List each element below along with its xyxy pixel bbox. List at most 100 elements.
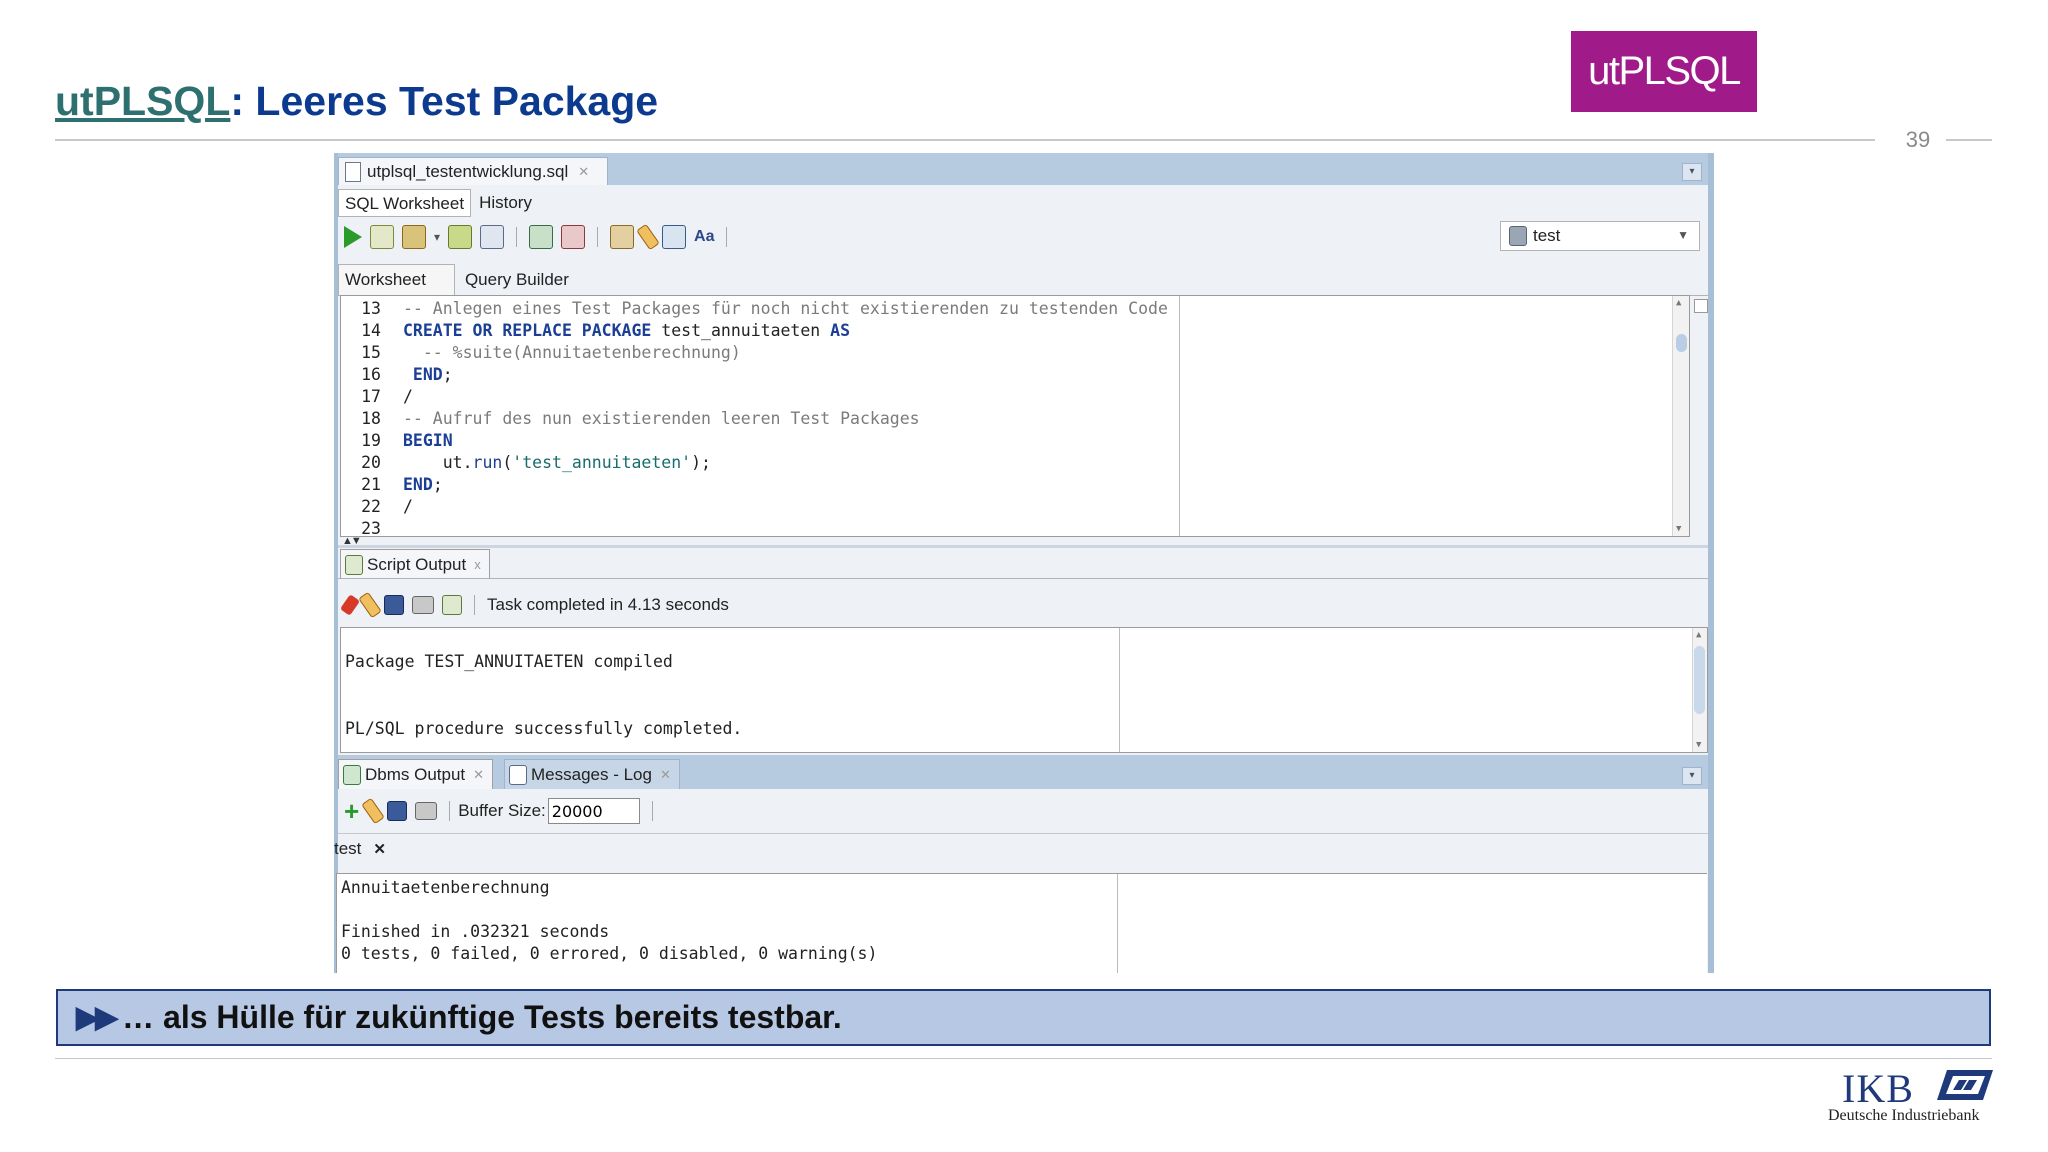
editor-tabs: Worksheet Query Builder: [338, 263, 1708, 296]
sql-tuning-icon[interactable]: [480, 225, 505, 249]
print-icon[interactable]: [412, 596, 434, 614]
toolbar-separator: [474, 595, 475, 615]
ikb-subtitle: Deutsche Industriebank: [1828, 1107, 1980, 1124]
footer-divider: [55, 1058, 1992, 1059]
file-tab-label: utplsql_testentwicklung.sql: [367, 161, 569, 181]
autotrace-icon[interactable]: [402, 225, 426, 249]
tab-connection-test[interactable]: test ✕: [334, 839, 386, 859]
pin-icon[interactable]: [339, 594, 361, 616]
line-number: 20: [361, 453, 381, 472]
scroll-down-icon[interactable]: ▼: [1676, 524, 1681, 534]
minimize-icon[interactable]: ▾: [1682, 767, 1702, 785]
page-number: 39: [1905, 127, 1931, 152]
print-icon[interactable]: [415, 802, 438, 820]
output-divider: [1119, 628, 1120, 752]
sql-editor[interactable]: 13 -- Anlegen eines Test Packages für noc…: [340, 295, 1690, 537]
title-text: : Leeres Test Package: [230, 78, 659, 124]
close-icon[interactable]: ✕: [660, 767, 671, 783]
output-scrollbar[interactable]: ▲ ▼: [1692, 628, 1707, 752]
tab-dbms-output[interactable]: Dbms Output ✕: [338, 759, 494, 789]
script-output-area[interactable]: Package TEST_ANNUITAETEN compiled PL/SQL…: [340, 627, 1708, 753]
tab-script-output[interactable]: Script Output x: [340, 549, 490, 579]
script-output-toolbar: Task completed in 4.13 seconds: [338, 585, 1244, 625]
clear-icon[interactable]: [636, 223, 660, 251]
rollback-icon[interactable]: [561, 225, 586, 249]
close-icon[interactable]: x: [474, 557, 481, 572]
ide-window: utplsql_testentwicklung.sql ✕ ▾ SQL Work…: [334, 153, 1714, 973]
chevron-down-icon: ▼: [1677, 228, 1689, 242]
clear-icon[interactable]: [358, 591, 382, 619]
dbms-output-toolbar: + Buffer Size:: [338, 793, 1244, 829]
code-text: -- Anlegen eines Test Packages für noch …: [403, 299, 1168, 318]
page-divider: [1946, 139, 1992, 141]
ikb-logo-text: IKB: [1842, 1066, 1914, 1111]
explain-plan-icon[interactable]: [448, 225, 473, 249]
dbms-output-area[interactable]: Annuitaetenberechnung Finished in .03232…: [336, 873, 1707, 973]
dbms-output-icon: [343, 764, 361, 785]
close-icon[interactable]: ✕: [578, 164, 589, 180]
close-icon[interactable]: ✕: [373, 840, 386, 858]
tab-messages-log[interactable]: Messages - Log ✕: [504, 759, 680, 789]
connection-select[interactable]: test ▼: [1500, 221, 1700, 251]
code-text: END;: [403, 365, 453, 384]
commit-icon[interactable]: [529, 225, 554, 249]
messages-log-label: Messages - Log: [531, 764, 652, 784]
save-icon[interactable]: [384, 595, 404, 615]
output-line: Annuitaetenberechnung: [341, 878, 550, 897]
scroll-up-icon[interactable]: ▲: [1696, 630, 1701, 640]
toolbar-separator: [726, 227, 728, 247]
buffer-size-input[interactable]: [547, 798, 640, 824]
run-script-icon[interactable]: [370, 225, 394, 249]
code-text: ut.run('test_annuitaeten');: [403, 453, 711, 472]
tab-worksheet[interactable]: Worksheet: [338, 264, 455, 295]
clear-icon[interactable]: [361, 797, 385, 825]
line-number: 15: [361, 343, 381, 362]
bottom-tabstrip: Dbms Output ✕ Messages - Log ✕ ▾: [338, 755, 1708, 789]
title-divider: [55, 139, 1875, 141]
script-output-icon: [345, 554, 363, 575]
split-toggle[interactable]: [1694, 299, 1708, 313]
document-tabstrip: utplsql_testentwicklung.sql ✕ ▾: [338, 153, 1708, 185]
tab-query-builder[interactable]: Query Builder: [455, 265, 597, 295]
script-output-label: Script Output: [367, 554, 467, 574]
line-number: 18: [361, 409, 381, 428]
history-icon[interactable]: [662, 225, 687, 249]
line-number: 21: [361, 475, 381, 494]
code-text: -- %suite(Annuitaetenberechnung): [403, 343, 741, 362]
toolbar-separator: [449, 801, 451, 821]
scroll-thumb[interactable]: [1676, 334, 1687, 352]
line-number: 17: [361, 387, 381, 406]
run-icon[interactable]: [344, 226, 362, 248]
minimize-icon[interactable]: ▾: [1682, 163, 1702, 181]
close-icon[interactable]: ✕: [473, 767, 484, 783]
editor-scrollbar[interactable]: ▲ ▼: [1672, 296, 1689, 536]
title-link[interactable]: utPLSQL: [55, 78, 230, 124]
print-margin: [1179, 296, 1180, 536]
file-tab[interactable]: utplsql_testentwicklung.sql ✕: [338, 157, 608, 185]
tab-sql-worksheet[interactable]: SQL Worksheet: [338, 189, 472, 217]
line-number: 22: [361, 497, 381, 516]
database-icon: [1509, 226, 1527, 246]
save-icon[interactable]: [387, 801, 408, 821]
tab-history[interactable]: History: [473, 189, 538, 217]
format-icon[interactable]: Aa: [694, 228, 714, 246]
toolbar-separator: [597, 227, 599, 247]
chevron-down-icon[interactable]: ▾: [434, 230, 440, 244]
open-in-editor-icon[interactable]: [442, 595, 462, 615]
line-number: 19: [361, 431, 381, 450]
messages-log-icon: [509, 764, 527, 785]
callout-text: … als Hülle für zukünftige Tests bereits…: [122, 999, 842, 1035]
add-icon[interactable]: +: [344, 798, 359, 824]
scroll-up-icon[interactable]: ▲: [1676, 298, 1681, 308]
dbms-output-label: Dbms Output: [365, 764, 466, 784]
scroll-thumb[interactable]: [1694, 646, 1705, 714]
scroll-down-icon[interactable]: ▼: [1696, 740, 1701, 750]
slide-title: utPLSQL: Leeres Test Package: [55, 78, 658, 125]
panel-splitter[interactable]: [338, 545, 1708, 548]
connection-tab-label: test: [334, 839, 362, 858]
output-line: Package TEST_ANNUITAETEN compiled: [345, 652, 673, 671]
sql-build-icon[interactable]: [610, 225, 635, 249]
line-number: 16: [361, 365, 381, 384]
ikb-logo-icon: [1937, 1070, 1993, 1100]
code-text: /: [403, 387, 413, 406]
